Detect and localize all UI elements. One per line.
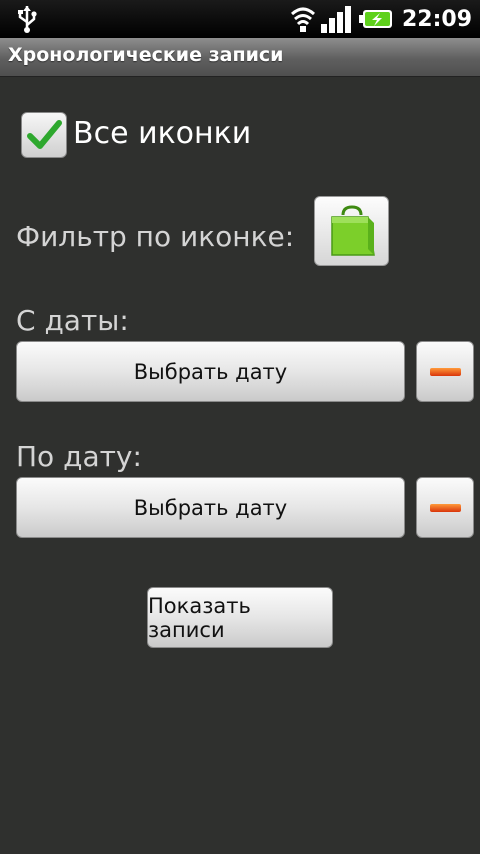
wifi-icon [290, 7, 315, 32]
from-date-select-button[interactable]: Выбрать дату [16, 341, 405, 402]
checkmark-icon [27, 120, 62, 149]
app-title: Хронологические записи [8, 44, 284, 66]
green-bag-icon [331, 205, 375, 256]
all-icons-label[interactable]: Все иконки [73, 116, 251, 151]
minus-icon [430, 504, 461, 512]
show-records-button[interactable]: Показать записи [147, 587, 333, 648]
signal-icon [320, 6, 351, 33]
to-date-select-button[interactable]: Выбрать дату [16, 477, 405, 538]
status-time: 22:09 [401, 6, 472, 32]
title-bar: Хронологические записи [0, 38, 480, 77]
to-date-label: По дату: [16, 440, 142, 473]
battery-charging-icon [358, 10, 392, 28]
from-date-label: С даты: [16, 304, 129, 337]
to-date-clear-button[interactable] [416, 477, 474, 538]
icon-filter-label: Фильтр по иконке: [16, 220, 295, 253]
from-date-clear-button[interactable] [416, 341, 474, 402]
minus-icon [430, 368, 461, 376]
usb-icon [18, 6, 37, 33]
all-icons-checkbox[interactable] [21, 112, 67, 158]
icon-filter-button[interactable] [314, 196, 389, 266]
status-bar: 22:09 [0, 0, 480, 38]
